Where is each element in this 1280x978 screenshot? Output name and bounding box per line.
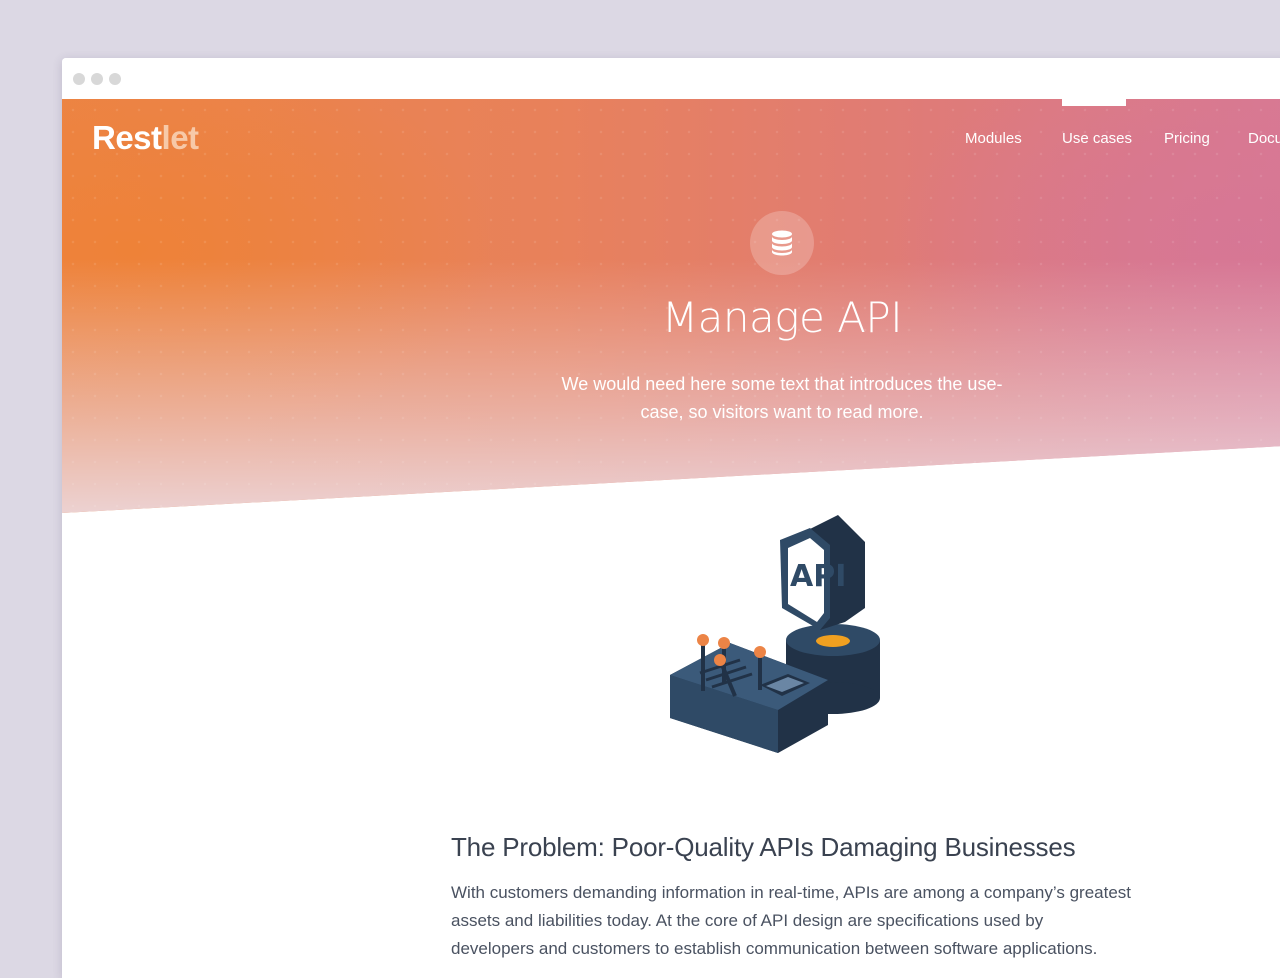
api-badge-text: API bbox=[790, 559, 846, 594]
problem-section: The Problem: Poor-Quality APIs Damaging … bbox=[451, 832, 1131, 963]
window-dot-icon bbox=[73, 73, 85, 85]
database-icon-glyph bbox=[772, 230, 792, 256]
browser-window: Restlet Modules Use cases Pricing Docu M… bbox=[62, 58, 1280, 978]
logo[interactable]: Restlet bbox=[92, 119, 199, 157]
api-shield: API bbox=[780, 515, 865, 630]
nav-item-use-cases[interactable]: Use cases bbox=[1062, 130, 1132, 147]
window-dot-icon bbox=[91, 73, 103, 85]
browser-chrome bbox=[62, 58, 1280, 99]
database-icon bbox=[750, 211, 814, 275]
section-heading: The Problem: Poor-Quality APIs Damaging … bbox=[451, 832, 1076, 862]
page-title: Manage API bbox=[661, 293, 903, 342]
nav-item-docs[interactable]: Docu bbox=[1248, 130, 1280, 147]
section-body: With customers demanding information in … bbox=[451, 883, 1131, 958]
hero-subtitle: We would need here some text that introd… bbox=[561, 374, 1003, 422]
logo-strong: Rest bbox=[92, 119, 162, 156]
active-nav-indicator bbox=[1062, 99, 1126, 106]
logo-light: let bbox=[161, 119, 200, 156]
api-control-illustration: API bbox=[670, 515, 880, 753]
window-dot-icon bbox=[109, 73, 121, 85]
nav-item-pricing[interactable]: Pricing bbox=[1164, 130, 1210, 147]
nav-item-modules[interactable]: Modules bbox=[965, 130, 1022, 147]
